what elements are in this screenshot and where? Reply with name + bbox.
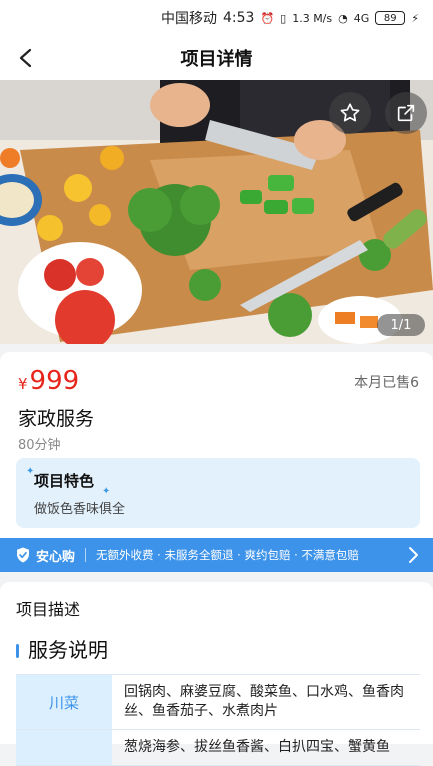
share-icon (397, 104, 415, 122)
alarm-icon: ⏰ (260, 11, 275, 25)
cuisine-category (16, 730, 112, 765)
carrier-label: 中国移动 (160, 11, 217, 27)
sparkle-icon: ✦ (102, 486, 111, 497)
cuisine-category: 川菜 (16, 675, 112, 729)
assurance-point: 爽约包赔 (244, 548, 291, 562)
assurance-brand: 安心购 (36, 549, 76, 565)
status-bar: 中国移动 4:53 ⏰ ▯ 1.3 M/s ◔ 4G 89 ⚡ (0, 0, 433, 36)
favorite-button[interactable] (329, 92, 371, 134)
chevron-right-icon (409, 547, 418, 563)
dish-list: 回锅肉、麻婆豆腐、酸菜鱼、口水鸡、鱼香肉丝、鱼香茄子、水煮肉片 (124, 684, 404, 719)
vibrate-icon: ▯ (280, 11, 287, 25)
clock: 4:53 (222, 10, 255, 26)
dot-separator: · (233, 548, 245, 562)
table-row: 川菜 回锅肉、麻婆豆腐、酸菜鱼、口水鸡、鱼香肉丝、鱼香茄子、水煮肉片 (16, 675, 420, 730)
assurance-point: 不满意包赔 (301, 548, 359, 562)
service-notes-title: 服务说明 (28, 638, 108, 662)
divider (85, 548, 87, 562)
shield-check-icon (17, 547, 29, 563)
image-page-indicator: 1/1 (377, 314, 425, 336)
feature-text: 做饭色香味俱全 (34, 502, 126, 517)
feature-box: ✦ ✦ 项目特色 做饭色香味俱全 (16, 458, 420, 528)
price: ¥ 999 (18, 366, 79, 396)
product-image-carousel[interactable]: 1/1 (0, 80, 433, 344)
wifi-icon: ◔ (338, 11, 348, 25)
feature-title: 项目特色 (34, 472, 95, 490)
nav-bar: 项目详情 (0, 36, 433, 80)
dot-separator: · (153, 548, 165, 562)
back-button[interactable] (12, 44, 40, 72)
signal-icon: 4G (353, 11, 370, 25)
share-button[interactable] (385, 92, 427, 134)
description-section: 项目描述 服务说明 川菜 回锅肉、麻婆豆腐、酸菜鱼、口水鸡、鱼香肉丝、鱼香茄子、… (0, 582, 433, 766)
dish-list: 葱烧海参、拔丝鱼香酱、白扒四宝、蟹黄鱼 (124, 739, 390, 755)
service-duration: 80分钟 (18, 438, 61, 453)
assurance-bar[interactable]: 安心购 无额外收费 · 未服务全额退 · 爽约包赔 · 不满意包赔 (0, 538, 433, 572)
menu-table: 川菜 回锅肉、麻婆豆腐、酸菜鱼、口水鸡、鱼香肉丝、鱼香茄子、水煮肉片 葱烧海参、… (16, 674, 420, 766)
battery-icon: 89 (375, 11, 406, 25)
dot-separator: · (290, 548, 302, 562)
assurance-point: 无额外收费 (96, 548, 154, 562)
net-speed: 1.3 M/s (292, 11, 333, 25)
chevron-left-icon (19, 48, 32, 68)
section-heading: 项目描述 (16, 600, 81, 619)
table-row: 葱烧海参、拔丝鱼香酱、白扒四宝、蟹黄鱼 (16, 730, 420, 766)
service-name: 家政服务 (18, 408, 95, 430)
star-icon (340, 103, 360, 122)
currency-symbol: ¥ (18, 375, 28, 393)
heading-accent-bar (16, 644, 19, 658)
assurance-point: 未服务全额退 (164, 548, 234, 562)
monthly-sales: 本月已售6 (354, 375, 419, 391)
charging-icon: ⚡ (411, 11, 419, 25)
page-title: 项目详情 (180, 49, 253, 70)
price-value: 999 (29, 366, 80, 396)
